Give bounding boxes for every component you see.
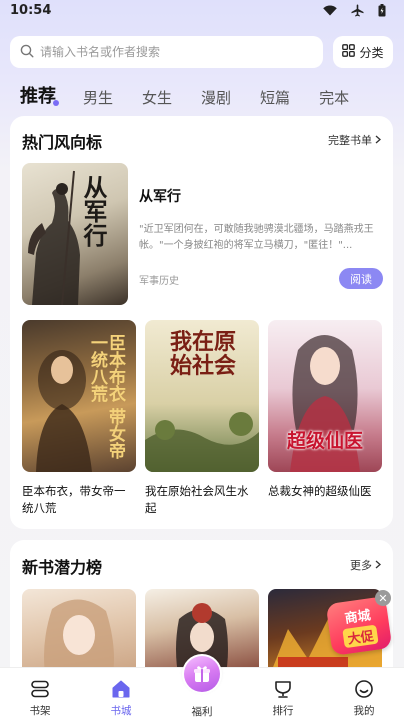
profile-icon bbox=[354, 678, 374, 700]
home-icon bbox=[111, 678, 131, 700]
nav-ranking[interactable]: 排行 bbox=[243, 668, 323, 718]
book-cover: 我在原始社会 bbox=[145, 320, 259, 472]
tab-female[interactable]: 女生 bbox=[142, 87, 172, 108]
search-icon bbox=[20, 43, 34, 62]
book-item[interactable]: 臣本布衣 带女帝一统八荒 臣本布衣，带女帝一统八荒 bbox=[22, 320, 136, 517]
category-label: 分类 bbox=[359, 45, 384, 60]
featured-book-title[interactable]: 从军行 bbox=[139, 186, 181, 206]
battery-icon bbox=[378, 4, 386, 17]
close-icon[interactable]: ✕ bbox=[375, 590, 391, 606]
wifi-icon bbox=[323, 5, 337, 16]
category-button[interactable]: 分类 bbox=[333, 36, 393, 68]
book-cover-title: 臣本布衣 带女帝一统八荒 bbox=[87, 334, 125, 459]
tab-recommend[interactable]: 推荐 bbox=[20, 82, 59, 108]
tab-male[interactable]: 男生 bbox=[83, 87, 113, 108]
featured-book-genre: 军事历史 bbox=[139, 276, 179, 287]
book-title: 臣本布衣，带女帝一统八荒 bbox=[22, 484, 126, 515]
nav-bookstore[interactable]: 书城 bbox=[81, 668, 161, 718]
book-cover-title: 我在原始社会 bbox=[169, 329, 236, 379]
status-bar: 10:54 bbox=[0, 0, 404, 26]
bookshelf-icon bbox=[30, 678, 50, 700]
book-item[interactable]: 我在原始社会 我在原始社会风生水起 bbox=[145, 320, 259, 517]
grid-icon bbox=[342, 44, 356, 60]
book-cover-title: 超级仙医 bbox=[286, 430, 363, 452]
nav-profile[interactable]: 我的 bbox=[324, 668, 404, 718]
full-list-link[interactable]: 完整书单 bbox=[328, 132, 381, 148]
chevron-right-icon bbox=[375, 134, 381, 147]
tab-short[interactable]: 短篇 bbox=[260, 87, 290, 108]
tab-comic-drama[interactable]: 漫剧 bbox=[201, 87, 231, 108]
trophy-icon bbox=[273, 678, 293, 700]
promo-badge[interactable]: 商城 大促 ✕ bbox=[325, 590, 395, 656]
hot-section-card: 热门风向标 完整书单 从军行 从军行 "近卫军团何在，可敢随我驰骋漠北疆场，马踏… bbox=[10, 116, 393, 529]
book-item[interactable]: 超级仙医 总裁女神的超级仙医 bbox=[268, 320, 382, 500]
read-button[interactable]: 阅读 bbox=[339, 268, 383, 289]
book-title: 总裁女神的超级仙医 bbox=[268, 484, 372, 498]
featured-book-description: "近卫军团何在，可敢随我驰骋漠北疆场，马踏燕戎王帐。"一个身披红袍的将军立马横刀… bbox=[139, 224, 374, 251]
gift-icon bbox=[184, 656, 220, 692]
nav-bookshelf[interactable]: 书架 bbox=[0, 668, 80, 718]
section-title-hot: 热门风向标 bbox=[22, 133, 103, 152]
search-bar[interactable] bbox=[10, 36, 323, 68]
featured-cover-title: 从军行 bbox=[79, 175, 108, 247]
featured-book-cover[interactable]: 从军行 bbox=[22, 163, 128, 305]
tab-completed[interactable]: 完本 bbox=[319, 87, 349, 108]
section-title-new: 新书潜力榜 bbox=[22, 558, 103, 577]
book-title: 我在原始社会风生水起 bbox=[145, 484, 249, 515]
book-cover: 臣本布衣 带女帝一统八荒 bbox=[22, 320, 136, 472]
status-time: 10:54 bbox=[10, 3, 52, 18]
category-tabs: 推荐 男生 女生 漫剧 短篇 完本 bbox=[20, 82, 378, 108]
chevron-right-icon bbox=[375, 559, 381, 572]
more-link[interactable]: 更多 bbox=[350, 557, 381, 573]
search-input[interactable] bbox=[40, 45, 290, 59]
book-cover: 超级仙医 bbox=[268, 320, 382, 472]
active-tab-dot bbox=[53, 100, 59, 106]
welfare-gift-button[interactable] bbox=[182, 654, 222, 694]
airplane-icon bbox=[351, 4, 364, 17]
